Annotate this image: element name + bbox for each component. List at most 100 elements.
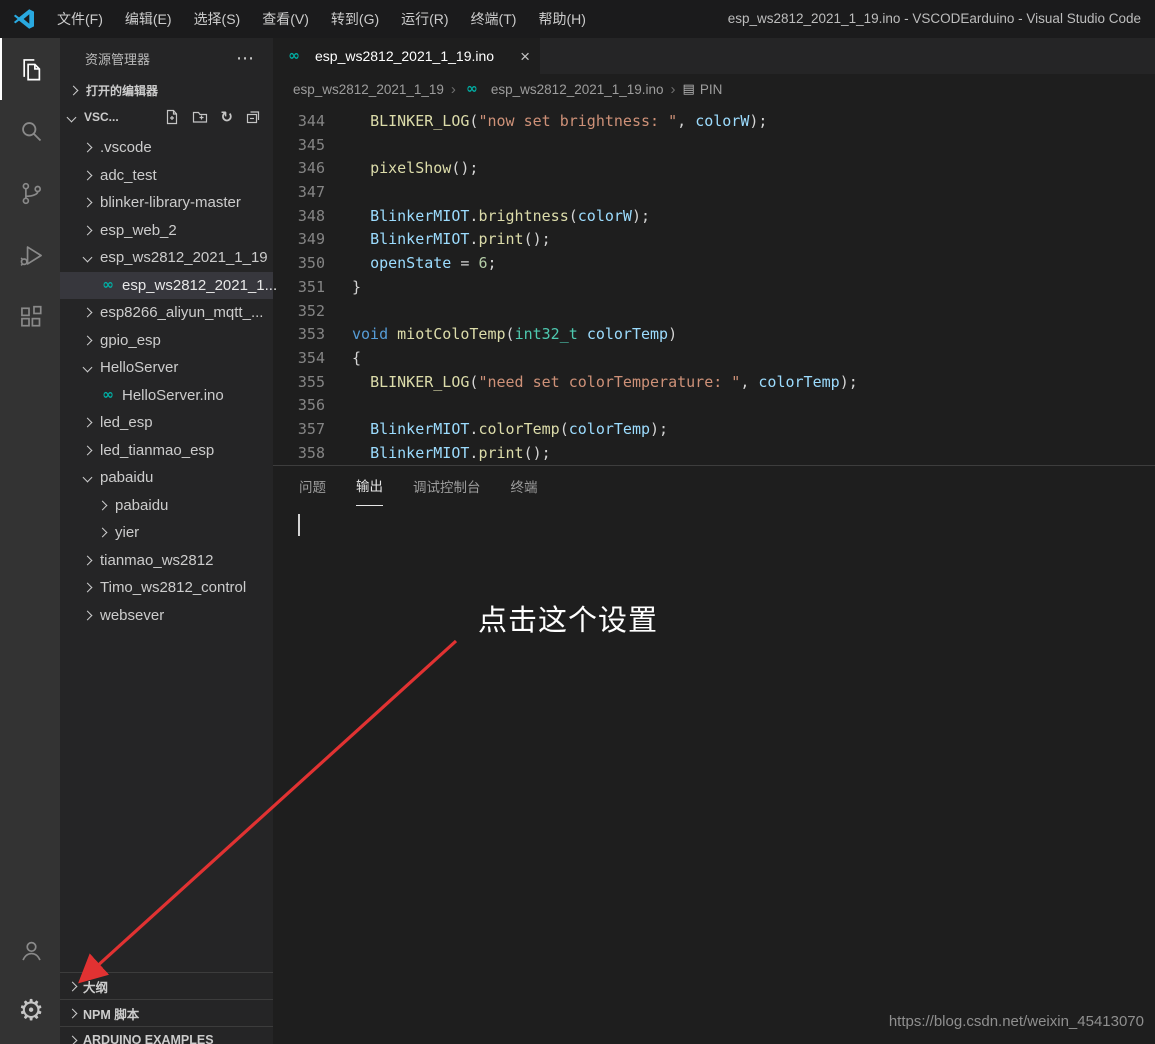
sidebar-section[interactable]: 大纲	[60, 972, 273, 999]
more-actions-icon[interactable]: ⋯	[236, 48, 255, 69]
code-line[interactable]: 345	[273, 134, 1155, 158]
code-line[interactable]: 351}	[273, 276, 1155, 300]
menu-item[interactable]: 运行(R)	[390, 0, 459, 38]
breadcrumb-item[interactable]: ∞ esp_ws2812_2021_1_19.ino	[463, 81, 664, 97]
ino-file-icon: ∞	[102, 387, 114, 404]
tree-item[interactable]: led_esp	[60, 409, 273, 437]
menu-item[interactable]: 文件(F)	[46, 0, 114, 38]
refresh-icon[interactable]: ↻	[220, 109, 233, 125]
code-line[interactable]: 352	[273, 300, 1155, 324]
activity-bar: ⚙	[0, 38, 60, 1044]
sidebar-section[interactable]: NPM 脚本	[60, 999, 273, 1026]
tree-item[interactable]: esp_web_2	[60, 217, 273, 245]
explorer-icon[interactable]	[0, 38, 60, 100]
tree-item[interactable]: esp_ws2812_2021_1_19	[60, 244, 273, 272]
sidebar-section[interactable]: ARDUINO EXAMPLES	[60, 1026, 273, 1044]
tree-item-label: tianmao_ws2812	[100, 551, 214, 569]
tree-item[interactable]: yier	[60, 519, 273, 547]
code-line-text: BlinkerMIOT.colorTemp(colorTemp);	[370, 419, 669, 438]
code-area[interactable]: 344 BLINKER_LOG("now set brightness: ", …	[273, 104, 1155, 465]
run-debug-icon[interactable]	[0, 224, 60, 286]
collapse-all-icon[interactable]	[245, 109, 261, 125]
panel-tab[interactable]: 输出	[356, 475, 383, 506]
code-line[interactable]: 349 BlinkerMIOT.print();	[273, 228, 1155, 252]
tree-item-label: pabaidu	[100, 469, 154, 487]
search-icon[interactable]	[0, 100, 60, 162]
line-number: 347	[297, 183, 325, 202]
code-line-text: BlinkerMIOT.brightness(colorW);	[370, 206, 651, 225]
tree-item[interactable]: pabaidu	[60, 492, 273, 520]
chevron-right-icon	[82, 335, 93, 346]
close-icon[interactable]: ×	[520, 48, 530, 65]
sidebar-section-label: NPM 脚本	[83, 1007, 140, 1022]
breadcrumb-item[interactable]: esp_ws2812_2021_1_19	[293, 82, 444, 97]
tree-item[interactable]: .vscode	[60, 134, 273, 162]
panel-tab[interactable]: 终端	[511, 476, 538, 506]
new-folder-icon[interactable]	[192, 109, 208, 125]
menu-item[interactable]: 编辑(E)	[114, 0, 183, 38]
settings-gear-icon[interactable]: ⚙	[0, 980, 60, 1040]
menu-item[interactable]: 帮助(H)	[527, 0, 596, 38]
new-file-icon[interactable]	[164, 109, 180, 125]
code-line[interactable]: 350 openState = 6;	[273, 252, 1155, 276]
file-tree: .vscode adc_test blinker-library-master esp…	[60, 134, 277, 630]
code-line[interactable]: 348 BlinkerMIOT.brightness(colorW);	[273, 205, 1155, 229]
tree-item-label: pabaidu	[115, 496, 169, 514]
menu-item[interactable]: 终端(T)	[460, 0, 528, 38]
code-line[interactable]: 344 BLINKER_LOG("now set brightness: ", …	[273, 110, 1155, 134]
code-line[interactable]: 356	[273, 394, 1155, 418]
breadcrumb-item[interactable]: ▤ PIN	[683, 82, 723, 97]
tree-item[interactable]: HelloServer	[60, 354, 273, 382]
bottom-panel: 问题 输出 调试控制台 终端	[273, 465, 1155, 1044]
source-control-icon[interactable]	[0, 162, 60, 224]
tree-item[interactable]: adc_test	[60, 162, 273, 190]
tree-item[interactable]: gpio_esp	[60, 327, 273, 355]
chevron-right-icon	[82, 142, 93, 153]
line-number: 352	[297, 301, 325, 320]
extensions-icon[interactable]	[0, 286, 60, 348]
tree-item[interactable]: Timo_ws2812_control	[60, 574, 273, 602]
open-editors-section[interactable]: 打开的编辑器	[60, 78, 273, 102]
tree-item[interactable]: led_tianmao_esp	[60, 437, 273, 465]
code-line[interactable]: 347	[273, 181, 1155, 205]
code-line[interactable]: 346 pixelShow();	[273, 157, 1155, 181]
tree-item-label: led_tianmao_esp	[100, 441, 215, 459]
tree-item-label: yier	[115, 524, 140, 542]
tree-item[interactable]: websever	[60, 602, 273, 630]
tree-item[interactable]: ∞ esp_ws2812_2021_1...	[60, 271, 277, 299]
tree-item[interactable]: blinker-library-master	[60, 189, 273, 217]
code-line-text: pixelShow();	[370, 159, 479, 178]
line-number: 350	[297, 254, 325, 273]
tree-item[interactable]: esp8266_aliyun_mqtt_...	[60, 299, 273, 327]
editor-tab-label: esp_ws2812_2021_1_19.ino	[315, 48, 495, 64]
title-bar: 文件(F) 编辑(E) 选择(S) 查看(V) 转到(G) 运行(R) 终端(T) 帮助(H)…	[0, 0, 1155, 38]
menu-item[interactable]: 查看(V)	[251, 0, 320, 38]
sidebar-section-label: ARDUINO EXAMPLES	[83, 1033, 214, 1044]
line-number: 357	[297, 419, 325, 438]
output-panel-body[interactable]	[273, 506, 1155, 1044]
code-line[interactable]: 358 BlinkerMIOT.print();	[273, 442, 1155, 466]
code-line[interactable]: 353 void miotColoTemp(int32_t colorTemp)	[273, 323, 1155, 347]
menu-item[interactable]: 转到(G)	[320, 0, 390, 38]
line-number: 345	[297, 135, 325, 154]
line-number: 354	[297, 348, 325, 367]
menu-item[interactable]: 选择(S)	[183, 0, 252, 38]
chevron-down-icon	[82, 252, 93, 263]
code-line[interactable]: 357 BlinkerMIOT.colorTemp(colorTemp);	[273, 418, 1155, 442]
text-caret	[298, 514, 300, 536]
line-number: 346	[297, 159, 325, 178]
chevron-down-icon	[82, 362, 93, 373]
tree-item[interactable]: ∞ HelloServer.ino	[60, 382, 273, 410]
code-line[interactable]: 355 BLINKER_LOG("need set colorTemperatu…	[273, 371, 1155, 395]
panel-tab[interactable]: 调试控制台	[413, 476, 481, 506]
tree-item[interactable]: tianmao_ws2812	[60, 547, 273, 575]
workspace-actions: ↻	[164, 109, 273, 125]
account-icon[interactable]	[0, 920, 60, 980]
panel-tab[interactable]: 问题	[299, 476, 326, 506]
chevron-down-icon	[82, 472, 93, 483]
tree-item[interactable]: pabaidu	[60, 464, 273, 492]
workspace-section-header[interactable]: VSC... ↻	[60, 102, 273, 132]
editor-tab[interactable]: ∞ esp_ws2812_2021_1_19.ino ×	[273, 38, 540, 74]
code-line[interactable]: 354 {	[273, 347, 1155, 371]
